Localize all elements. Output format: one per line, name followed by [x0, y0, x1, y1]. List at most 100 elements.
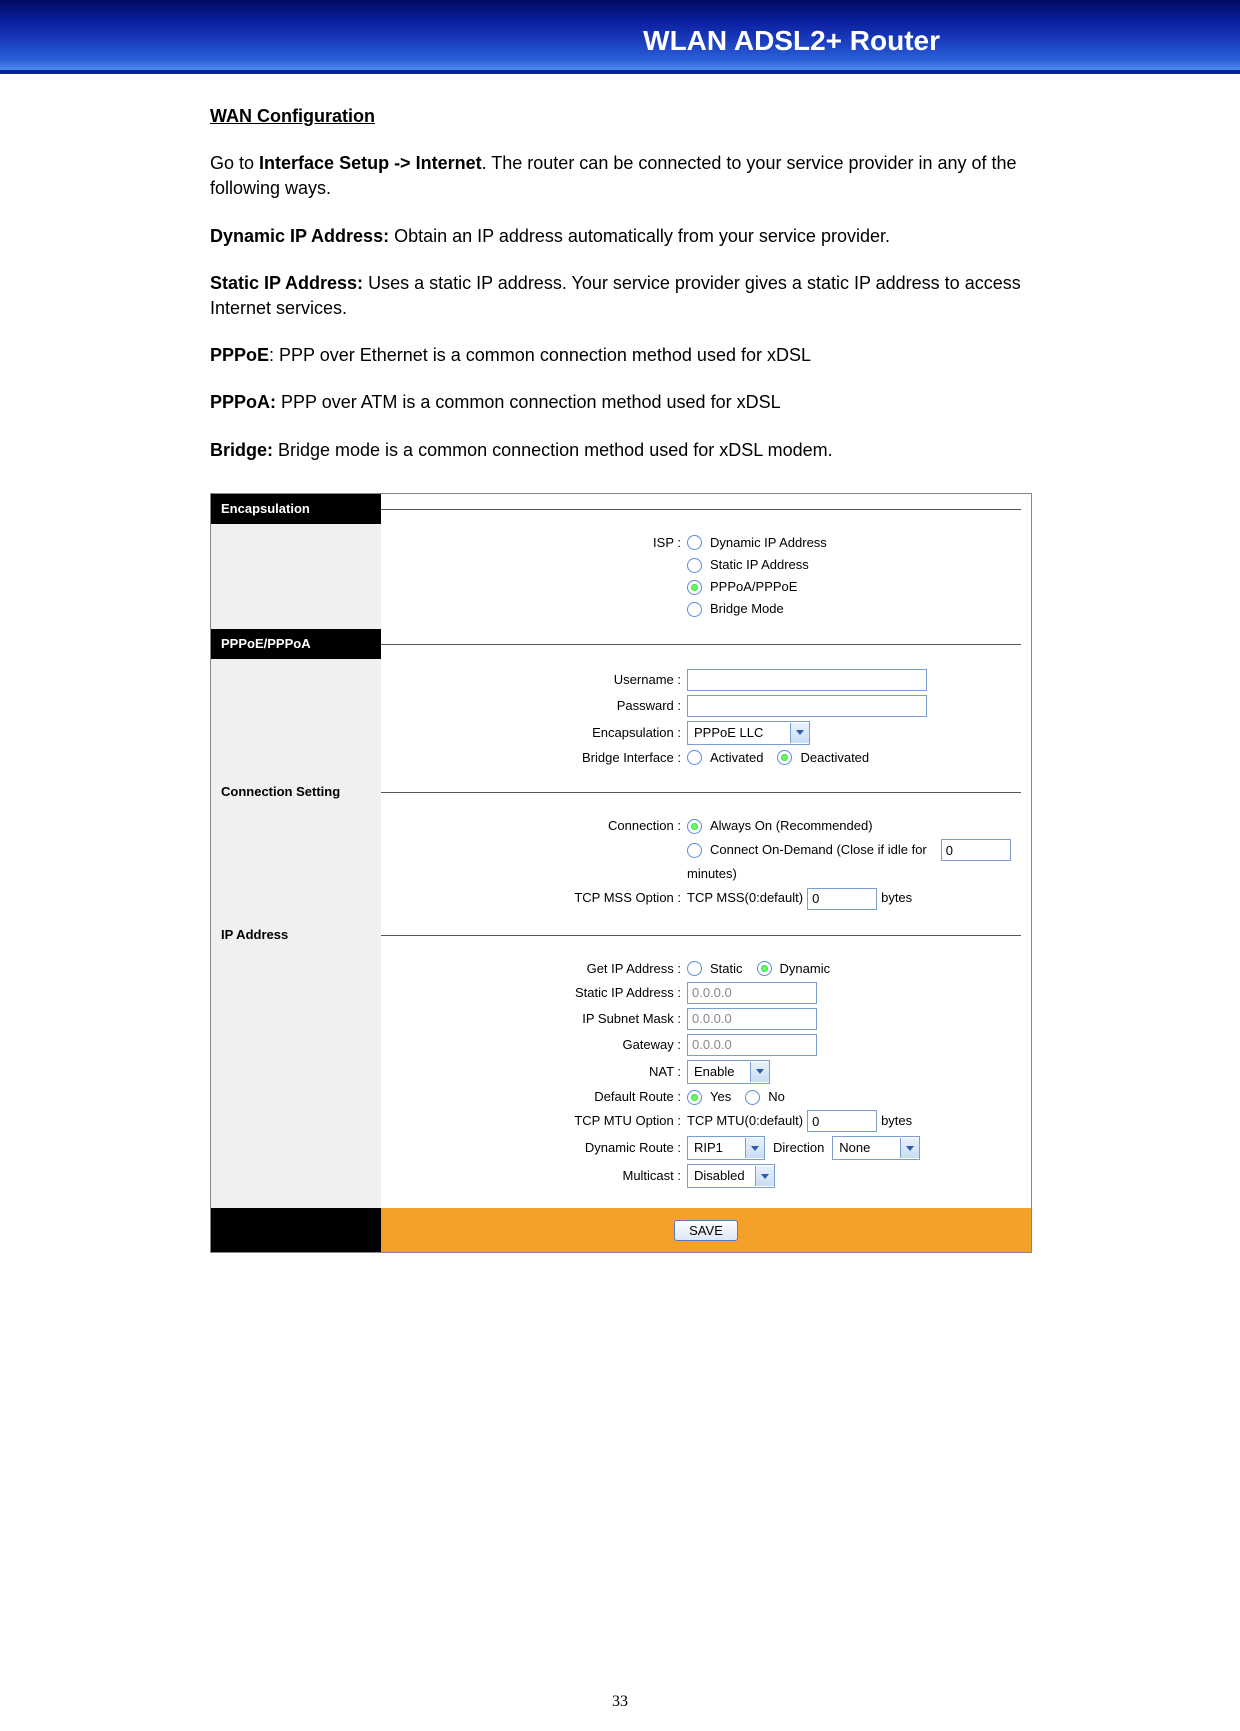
header-rule: [381, 629, 1031, 659]
password-label: Passward :: [381, 697, 687, 715]
pppoa-paragraph: PPPoA: PPP over ATM is a common connecti…: [210, 390, 1030, 415]
intro-bold: Interface Setup -> Internet: [259, 153, 482, 173]
password-input[interactable]: [687, 695, 927, 717]
static-label: Static IP Address:: [210, 273, 363, 293]
tcp-mtu-label: TCP MTU Option :: [381, 1112, 687, 1130]
encapsulation-value: PPPoE LLC: [688, 724, 790, 742]
bridge-paragraph: Bridge: Bridge mode is a common connecti…: [210, 438, 1030, 463]
dynamic-route-value: RIP1: [688, 1139, 745, 1157]
get-ip-static-radio[interactable]: [687, 961, 702, 976]
default-route-label: Default Route :: [381, 1088, 687, 1106]
multicast-value: Disabled: [688, 1167, 755, 1185]
get-ip-dynamic-label: Dynamic: [776, 960, 841, 978]
save-bar-left: [211, 1208, 381, 1252]
chevron-down-icon: [755, 1166, 774, 1186]
dyn-text: Obtain an IP address automatically from …: [389, 226, 890, 246]
intro-paragraph: Go to Interface Setup -> Internet. The r…: [210, 151, 1030, 201]
default-route-yes-radio[interactable]: [687, 1090, 702, 1105]
connection-ondemand-radio[interactable]: [687, 843, 702, 858]
isp-dynamic-label: Dynamic IP Address: [706, 534, 837, 552]
idle-minutes-input[interactable]: [941, 839, 1011, 861]
bridge-text: Bridge mode is a common connection metho…: [273, 440, 833, 460]
tcp-mtu-pre: TCP MTU(0:default): [687, 1112, 803, 1130]
default-route-no-radio[interactable]: [745, 1090, 760, 1105]
router-config-panel: Encapsulation ISP : Dynamic IP Address: [210, 493, 1032, 1253]
static-ip-paragraph: Static IP Address: Uses a static IP addr…: [210, 271, 1030, 321]
username-input[interactable]: [687, 669, 927, 691]
isp-pppoa-radio[interactable]: [687, 580, 702, 595]
static-ip-label: Static IP Address :: [381, 984, 687, 1002]
get-ip-label: Get IP Address :: [381, 960, 687, 978]
header-title: WLAN ADSL2+ Router: [0, 0, 1240, 57]
nat-value: Enable: [688, 1063, 750, 1081]
dynamic-ip-paragraph: Dynamic IP Address: Obtain an IP address…: [210, 224, 1030, 249]
tcp-mss-post: bytes: [881, 889, 912, 907]
default-route-yes-label: Yes: [706, 1088, 741, 1106]
bridge-activated-label: Activated: [706, 749, 773, 767]
get-ip-static-label: Static: [706, 960, 753, 978]
encapsulation-label: Encapsulation :: [381, 724, 687, 742]
bridge-deactivated-radio[interactable]: [777, 750, 792, 765]
header-rule: [381, 494, 1031, 524]
direction-label: Direction: [769, 1139, 828, 1157]
connection-setting-header: Connection Setting: [211, 777, 381, 807]
subnet-input[interactable]: [687, 1008, 817, 1030]
encapsulation-header: Encapsulation: [211, 494, 381, 524]
bridge-deactivated-label: Deactivated: [796, 749, 879, 767]
pppoa-label: PPPoA:: [210, 392, 276, 412]
direction-value: None: [833, 1139, 900, 1157]
chevron-down-icon: [750, 1062, 769, 1082]
header-band: WLAN ADSL2+ Router: [0, 0, 1240, 74]
gateway-label: Gateway :: [381, 1036, 687, 1054]
connection-ondemand-pre: Connect On-Demand (Close if idle for: [706, 841, 937, 859]
pppoe-paragraph: PPPoE: PPP over Ethernet is a common con…: [210, 343, 1030, 368]
nat-select[interactable]: Enable: [687, 1060, 770, 1084]
ip-address-header: IP Address: [211, 920, 381, 950]
connection-ondemand-post: minutes): [687, 865, 737, 883]
default-route-no-label: No: [764, 1088, 795, 1106]
isp-static-label: Static IP Address: [706, 556, 819, 574]
pppoe-header: PPPoE/PPPoA: [211, 629, 381, 659]
intro-prefix: Go to: [210, 153, 259, 173]
connection-always-radio[interactable]: [687, 819, 702, 834]
subnet-label: IP Subnet Mask :: [381, 1010, 687, 1028]
pppoe-text: : PPP over Ethernet is a common connecti…: [269, 345, 811, 365]
save-button[interactable]: SAVE: [674, 1220, 738, 1241]
isp-label: ISP :: [381, 534, 687, 552]
get-ip-dynamic-radio[interactable]: [757, 961, 772, 976]
isp-bridge-label: Bridge Mode: [706, 600, 794, 618]
isp-static-radio[interactable]: [687, 558, 702, 573]
connection-always-label: Always On (Recommended): [706, 817, 883, 835]
dynamic-route-select[interactable]: RIP1: [687, 1136, 765, 1160]
header-rule: [381, 777, 1031, 807]
content-area: WAN Configuration Go to Interface Setup …: [0, 74, 1240, 1253]
page-number: 33: [0, 1693, 1240, 1731]
gateway-input[interactable]: [687, 1034, 817, 1056]
multicast-label: Multicast :: [381, 1167, 687, 1185]
isp-pppoa-label: PPPoA/PPPoE: [706, 578, 807, 596]
tcp-mtu-input[interactable]: [807, 1110, 877, 1132]
username-label: Username :: [381, 671, 687, 689]
chevron-down-icon: [790, 723, 809, 743]
bridge-label: Bridge:: [210, 440, 273, 460]
tcp-mss-input[interactable]: [807, 888, 877, 910]
connection-label: Connection :: [381, 817, 687, 835]
direction-select[interactable]: None: [832, 1136, 920, 1160]
dynamic-route-label: Dynamic Route :: [381, 1139, 687, 1157]
chevron-down-icon: [745, 1138, 764, 1158]
dyn-label: Dynamic IP Address:: [210, 226, 389, 246]
bridge-interface-label: Bridge Interface :: [381, 749, 687, 767]
save-bar-right: SAVE: [381, 1208, 1031, 1252]
pppoa-text: PPP over ATM is a common connection meth…: [276, 392, 781, 412]
encapsulation-select[interactable]: PPPoE LLC: [687, 721, 810, 745]
isp-dynamic-radio[interactable]: [687, 535, 702, 550]
pppoe-label: PPPoE: [210, 345, 269, 365]
bridge-activated-radio[interactable]: [687, 750, 702, 765]
multicast-select[interactable]: Disabled: [687, 1164, 775, 1188]
tcp-mss-pre: TCP MSS(0:default): [687, 889, 803, 907]
tcp-mtu-post: bytes: [881, 1112, 912, 1130]
isp-bridge-radio[interactable]: [687, 602, 702, 617]
header-rule: [381, 920, 1031, 950]
static-ip-input[interactable]: [687, 982, 817, 1004]
section-title: WAN Configuration: [210, 104, 1030, 129]
